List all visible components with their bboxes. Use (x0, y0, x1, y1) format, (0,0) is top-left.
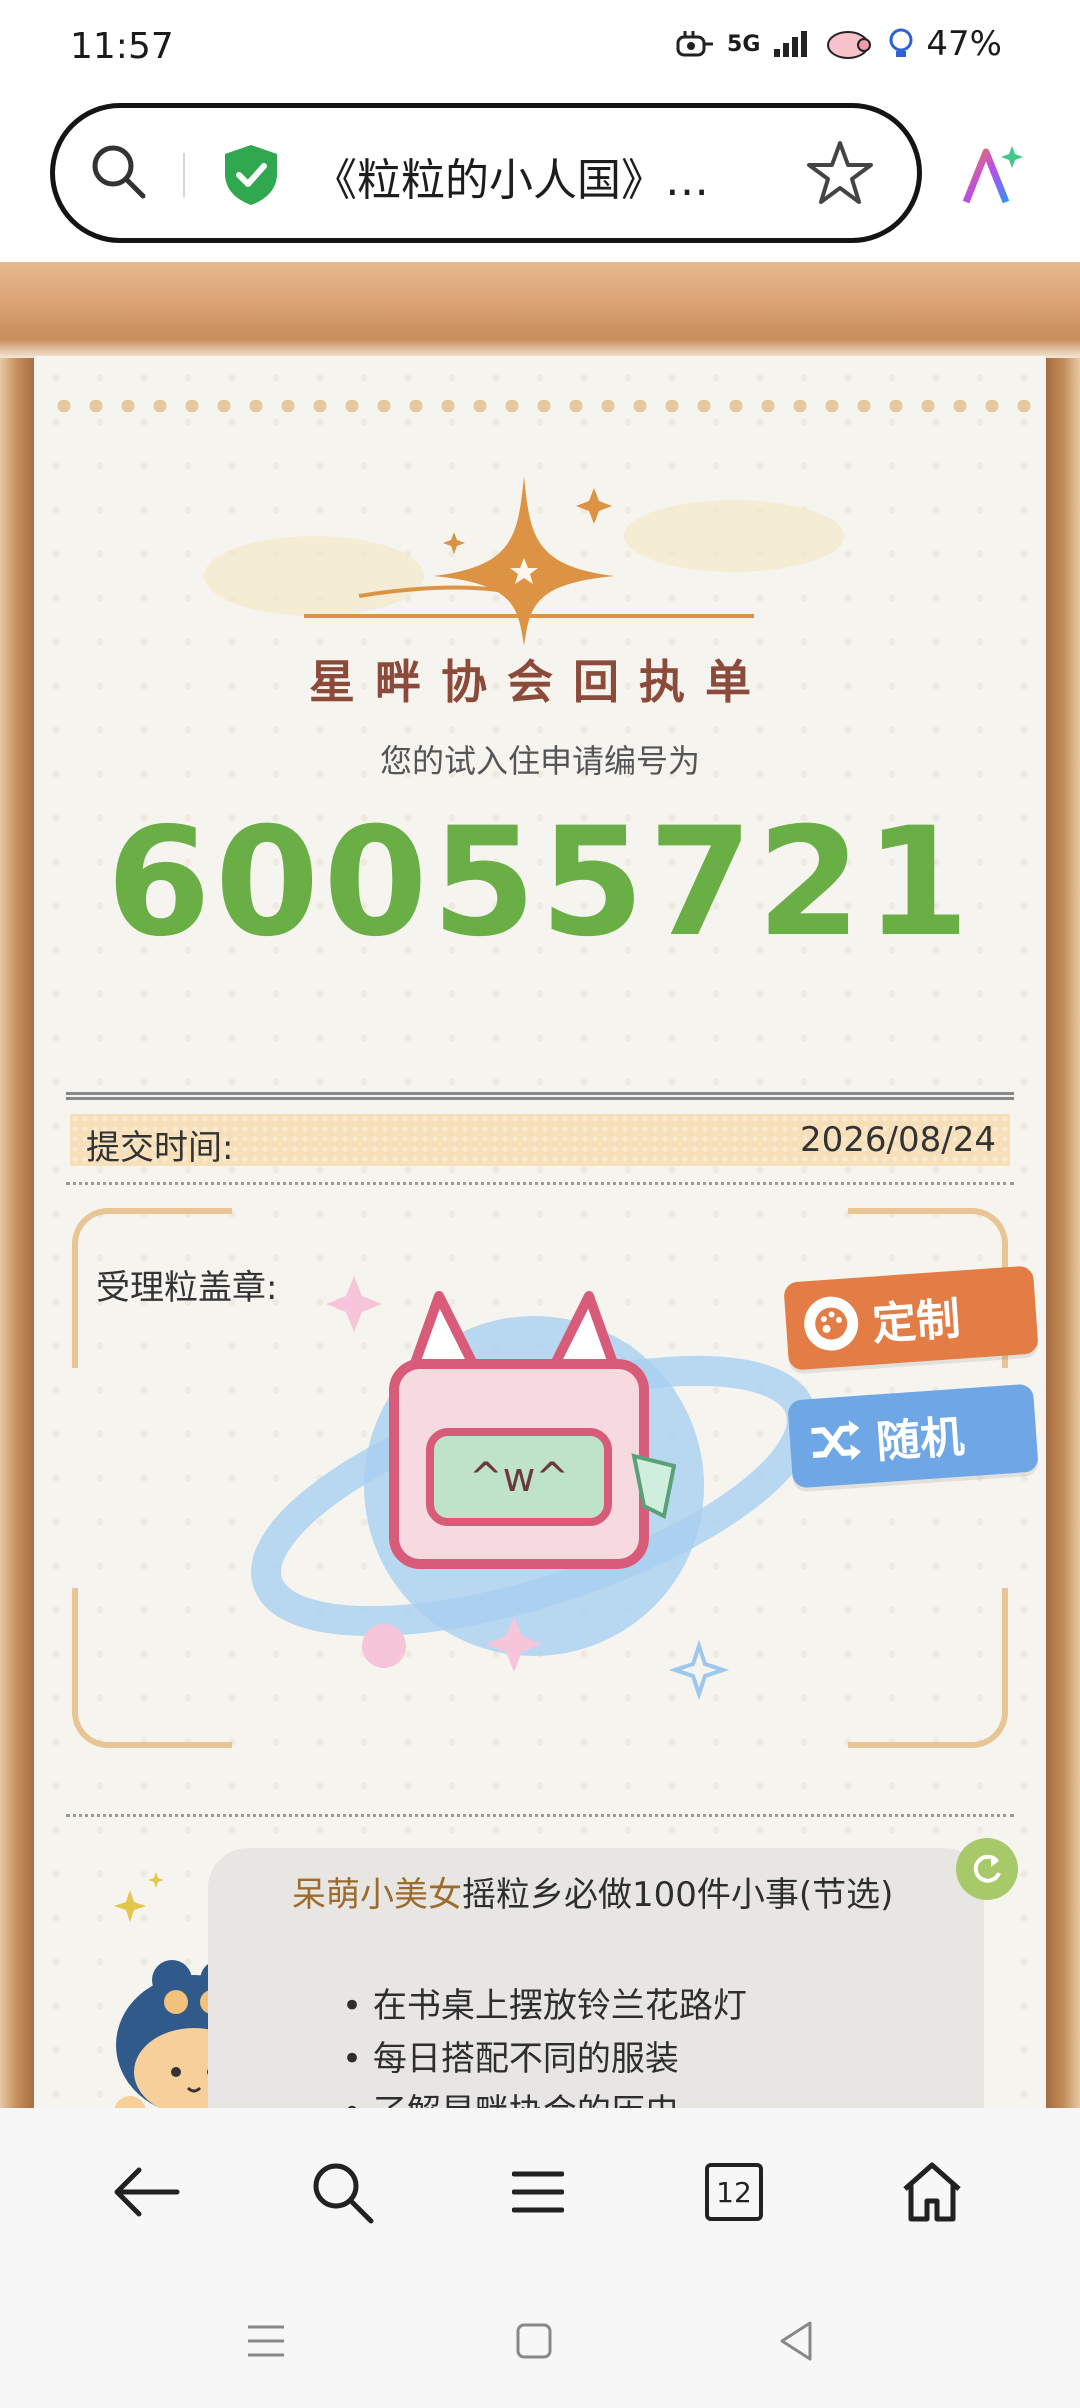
recents-button[interactable] (236, 2316, 296, 2366)
bulb-icon (889, 28, 913, 57)
perforation-dots (48, 400, 1032, 412)
list-item: 了解星畔协会的历史 (342, 2086, 747, 2108)
receipt-paper: 星畔协会回执单 您的试入住申请编号为 60055721 提交时间: 2026/0… (34, 356, 1046, 2108)
refresh-icon[interactable] (956, 1838, 1018, 1900)
system-navigation-bar (0, 2272, 1080, 2408)
palette-icon (802, 1294, 861, 1353)
home-icon (903, 2162, 961, 2222)
search-button[interactable] (302, 2152, 382, 2232)
custom-button-label: 定制 (870, 1293, 962, 1351)
receipt-header-title: 星畔协会回执单 (309, 655, 771, 709)
stamp-face-text: ^w^ (469, 1455, 569, 1501)
back-icon (114, 2167, 180, 2217)
star-logo-icon (204, 476, 844, 646)
browser-toolbar: 12 (0, 2108, 1080, 2272)
custom-button[interactable]: 定制 (783, 1265, 1039, 1371)
signal-icon (774, 31, 808, 57)
shuffle-icon (811, 1420, 861, 1461)
notification-icon (676, 31, 714, 57)
back-triangle-icon (780, 2321, 812, 2361)
todo-card-title: 呆萌小美女摇粒乡必做100件小事(节选) (292, 1872, 912, 1918)
pig-icon (827, 31, 872, 59)
frame-corner (848, 1588, 1008, 1748)
back-nav-button[interactable] (766, 2316, 826, 2366)
dotted-divider (66, 1182, 1014, 1185)
random-button[interactable]: 随机 (787, 1383, 1039, 1489)
back-button[interactable] (106, 2152, 186, 2232)
menu-button[interactable] (498, 2152, 578, 2232)
frame-corner (72, 1588, 232, 1748)
battery-label: 47% (926, 24, 1002, 64)
tabs-button[interactable]: 12 (694, 2152, 774, 2232)
status-time: 11:57 (70, 26, 174, 67)
dotted-divider (66, 1814, 1014, 1817)
random-button-label: 随机 (874, 1411, 966, 1469)
apply-label: 您的试入住申请编号为 (379, 742, 700, 780)
apply-number: 60055721 (106, 796, 974, 970)
cat-stamp-icon: ^w^ (251, 1276, 817, 1701)
list-item: 在书桌上摆放铃兰花路灯 (342, 1980, 747, 2033)
todo-user-name: 呆萌小美女 (292, 1875, 462, 1915)
tabs-icon: 12 (705, 2163, 763, 2221)
menu-icon (512, 2171, 564, 2213)
page-title[interactable]: 《粒粒的小人国》… (313, 144, 709, 208)
shield-check-icon[interactable] (221, 142, 281, 208)
home-square-icon (516, 2323, 552, 2359)
todo-title-text: 摇粒乡必做100件小事(节选) (462, 1875, 894, 1915)
home-nav-button[interactable] (504, 2316, 564, 2366)
list-item: 每日搭配不同的服装 (342, 2033, 747, 2086)
submit-time-bar: 提交时间: 2026/08/24 (70, 1114, 1010, 1168)
todo-list: 在书桌上摆放铃兰花路灯 每日搭配不同的服装 了解星畔协会的历史 (342, 1980, 747, 2108)
submit-time-label: 提交时间: (86, 1128, 234, 1168)
search-icon[interactable] (87, 140, 151, 204)
home-button[interactable] (892, 2152, 972, 2232)
double-divider (66, 1092, 1014, 1100)
web-content[interactable]: 星畔协会回执单 您的试入住申请编号为 60055721 提交时间: 2026/0… (0, 262, 1080, 2108)
status-icons: 5G 47% (675, 24, 1002, 64)
wood-frame-right (1046, 358, 1080, 2108)
network-label: 5G (727, 31, 761, 57)
ai-assistant-icon[interactable] (956, 140, 1028, 212)
address-bar[interactable]: 《粒粒的小人国》… (50, 103, 922, 243)
wood-frame-top (0, 262, 1080, 358)
address-separator (183, 153, 185, 197)
submit-time-value: 2026/08/24 (800, 1120, 996, 1160)
status-bar: 11:57 5G 47% (0, 0, 1080, 96)
search-icon (313, 2163, 374, 2224)
recents-icon (248, 2325, 284, 2357)
wood-frame-left (0, 358, 36, 2108)
bookmark-star-icon[interactable] (805, 138, 875, 208)
